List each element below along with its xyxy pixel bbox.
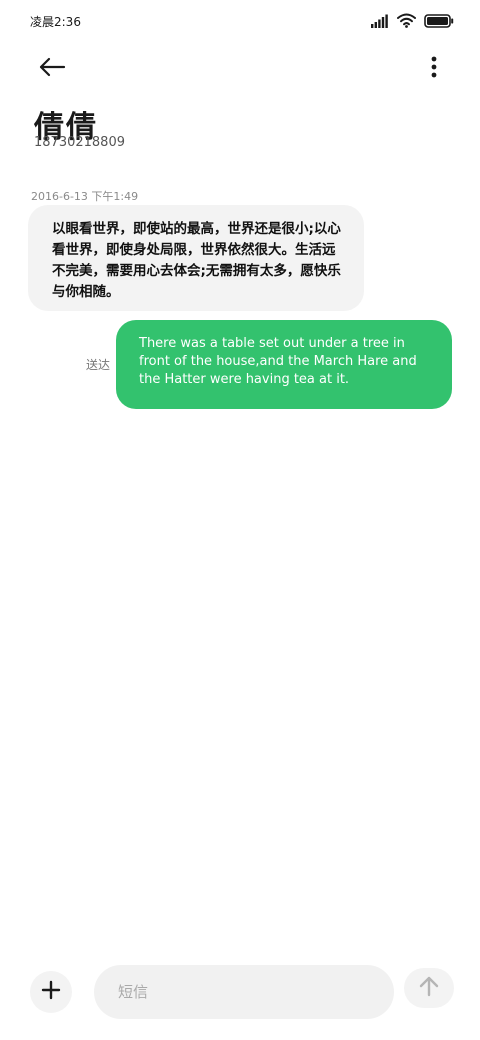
send-button[interactable] [404,968,454,1008]
outgoing-message-text: There was a table set out under a tree i… [139,336,417,387]
plus-icon [41,980,61,1004]
wifi-icon [397,13,416,32]
message-timestamp: 2016-6-13 下午1:49 [31,190,139,203]
status-icons [371,13,454,32]
send-arrow-icon [418,975,440,1001]
conversation-header: 倩倩 18730218809 [0,44,480,204]
message-composer [0,960,480,1030]
status-time: 凌晨2:36 [30,15,81,29]
add-attachment-button[interactable] [30,971,72,1013]
incoming-message-bubble[interactable]: 以眼看世界，即使站的最高，世界还是很小;以心看世界，即使身处局限，世界依然很大。… [28,205,364,311]
outgoing-message-bubble[interactable]: There was a table set out under a tree i… [116,320,452,409]
more-options-button[interactable] [422,54,446,84]
contact-number: 18730218809 [34,135,125,150]
back-button[interactable] [30,54,74,84]
status-bar: 凌晨2:36 [0,0,480,44]
signal-icon [371,13,389,32]
battery-icon [424,13,454,32]
delivery-status: 送达 [86,358,111,372]
incoming-message-text: 以眼看世界，即使站的最高，世界还是很小;以心看世界，即使身处局限，世界依然很大。… [52,221,341,300]
more-vertical-icon [431,56,437,82]
message-input[interactable] [94,965,394,1019]
back-arrow-icon [38,57,66,81]
